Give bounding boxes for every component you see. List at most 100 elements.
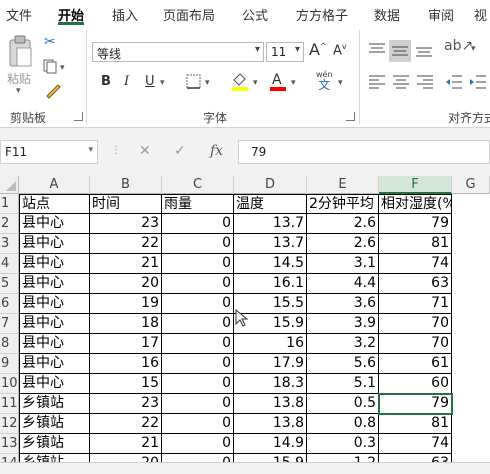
column-header-a[interactable]: A — [19, 176, 90, 194]
table-cell[interactable]: 0 — [162, 274, 234, 294]
table-cell[interactable]: 0 — [162, 254, 234, 274]
table-cell[interactable]: 0.8 — [307, 414, 379, 434]
underline-button[interactable]: U — [145, 74, 155, 89]
align-middle-button[interactable] — [389, 40, 411, 62]
header-cell[interactable]: 温度 — [234, 194, 307, 214]
row-header[interactable]: 9 — [0, 354, 19, 374]
table-cell[interactable]: 79 — [379, 214, 452, 234]
font-color-dropdown-icon[interactable]: ▾ — [291, 78, 296, 88]
table-cell[interactable]: 县中心 — [19, 214, 90, 234]
row-header[interactable]: 10 — [0, 374, 19, 394]
table-cell[interactable]: 63 — [379, 274, 452, 294]
header-cell[interactable]: 2分钟平均 — [307, 194, 379, 214]
row-header[interactable]: 11 — [0, 394, 19, 414]
table-cell[interactable]: 71 — [379, 294, 452, 314]
worksheet-grid[interactable]: ABCDEFG 1站点时间雨量温度2分钟平均相对湿度(%RH)2县中心23013… — [0, 176, 490, 474]
table-cell[interactable]: 0 — [162, 394, 234, 414]
font-color-button[interactable]: A — [268, 70, 288, 95]
italic-button[interactable]: I — [124, 74, 129, 89]
table-cell[interactable]: 23 — [90, 214, 162, 234]
table-cell[interactable]: 0 — [162, 334, 234, 354]
table-cell[interactable]: 县中心 — [19, 234, 90, 254]
table-cell[interactable]: 2.6 — [307, 214, 379, 234]
table-cell[interactable]: 18 — [90, 314, 162, 334]
table-cell[interactable]: 70 — [379, 314, 452, 334]
fill-color-dropdown-icon[interactable]: ▾ — [253, 78, 258, 88]
row-header[interactable]: 8 — [0, 334, 19, 354]
table-cell[interactable]: 14.5 — [234, 254, 307, 274]
column-header-g[interactable]: G — [452, 176, 490, 194]
table-cell[interactable]: 0 — [162, 214, 234, 234]
table-cell[interactable]: 0.5 — [307, 394, 379, 414]
phonetic-dropdown-icon[interactable]: ▾ — [338, 78, 343, 88]
table-cell[interactable]: 13.8 — [234, 394, 307, 414]
row-header[interactable]: 6 — [0, 294, 19, 314]
table-cell[interactable]: 17.9 — [234, 354, 307, 374]
phonetic-button[interactable]: wén 文 — [316, 70, 333, 91]
table-cell[interactable]: 18.3 — [234, 374, 307, 394]
paste-dropdown-icon[interactable]: ▾ — [16, 86, 21, 96]
bold-button[interactable]: B — [101, 74, 111, 89]
header-cell[interactable]: 站点 — [19, 194, 90, 214]
align-center-button[interactable] — [391, 72, 411, 95]
tab-insert[interactable]: 插入 — [112, 5, 138, 24]
tab-page-layout[interactable]: 页面布局 — [163, 5, 215, 24]
column-header-e[interactable]: E — [307, 176, 379, 194]
copy-button[interactable]: ▾ — [42, 58, 70, 77]
table-cell[interactable]: 3.6 — [307, 294, 379, 314]
table-cell[interactable]: 21 — [90, 434, 162, 454]
align-left-button[interactable] — [367, 72, 387, 95]
table-cell[interactable]: 5.6 — [307, 354, 379, 374]
table-cell[interactable]: 22 — [90, 234, 162, 254]
table-cell[interactable]: 0 — [162, 434, 234, 454]
cancel-icon[interactable]: ✕ — [139, 143, 151, 159]
table-cell[interactable]: 21 — [90, 254, 162, 274]
table-cell[interactable]: 县中心 — [19, 354, 90, 374]
table-cell[interactable]: 乡镇站 — [19, 394, 90, 414]
orientation-dropdown-icon[interactable]: ▾ — [471, 44, 476, 54]
borders-dropdown-icon[interactable]: ▾ — [205, 78, 210, 88]
enter-icon[interactable]: ✓ — [174, 143, 186, 159]
decrease-indent-button[interactable] — [444, 72, 464, 95]
table-cell[interactable]: 60 — [379, 374, 452, 394]
header-cell[interactable]: 雨量 — [162, 194, 234, 214]
tab-file[interactable]: 文件 — [6, 5, 32, 24]
table-cell[interactable]: 16 — [90, 354, 162, 374]
paste-button[interactable] — [5, 34, 35, 70]
clipboard-launcher-icon[interactable] — [74, 112, 83, 121]
table-cell[interactable]: 0 — [162, 314, 234, 334]
table-cell[interactable]: 17 — [90, 334, 162, 354]
table-cell[interactable]: 74 — [379, 434, 452, 454]
table-cell[interactable]: 74 — [379, 254, 452, 274]
table-cell[interactable]: 3.1 — [307, 254, 379, 274]
table-cell[interactable]: 县中心 — [19, 334, 90, 354]
insert-function-button[interactable]: fx — [210, 143, 223, 159]
table-cell[interactable]: 0 — [162, 414, 234, 434]
table-cell[interactable]: 81 — [379, 234, 452, 254]
borders-button[interactable] — [186, 74, 202, 93]
column-header-c[interactable]: C — [162, 176, 234, 194]
table-cell[interactable]: 16 — [234, 334, 307, 354]
select-all-corner[interactable] — [0, 176, 19, 194]
row-header[interactable]: 2 — [0, 214, 19, 234]
tab-view[interactable]: 视 — [474, 5, 487, 24]
row-header[interactable]: 3 — [0, 234, 19, 254]
name-box[interactable]: F11 ▾ — [0, 140, 98, 164]
table-cell[interactable]: 61 — [379, 354, 452, 374]
row-header[interactable]: 12 — [0, 414, 19, 434]
font-launcher-icon[interactable] — [346, 112, 355, 121]
fill-color-button[interactable] — [230, 70, 250, 95]
table-cell[interactable]: 16.1 — [234, 274, 307, 294]
table-cell[interactable]: 0.3 — [307, 434, 379, 454]
table-cell[interactable]: 县中心 — [19, 274, 90, 294]
table-cell[interactable]: 3.9 — [307, 314, 379, 334]
align-right-button[interactable] — [415, 72, 435, 95]
table-cell[interactable]: 县中心 — [19, 254, 90, 274]
row-header[interactable]: 13 — [0, 434, 19, 454]
table-cell[interactable]: 县中心 — [19, 314, 90, 334]
header-cell[interactable]: 时间 — [90, 194, 162, 214]
tab-formulas[interactable]: 公式 — [242, 5, 268, 24]
table-cell[interactable]: 县中心 — [19, 374, 90, 394]
align-bottom-button[interactable] — [414, 40, 434, 63]
orientation-icon[interactable]: ab↗ — [444, 38, 473, 54]
